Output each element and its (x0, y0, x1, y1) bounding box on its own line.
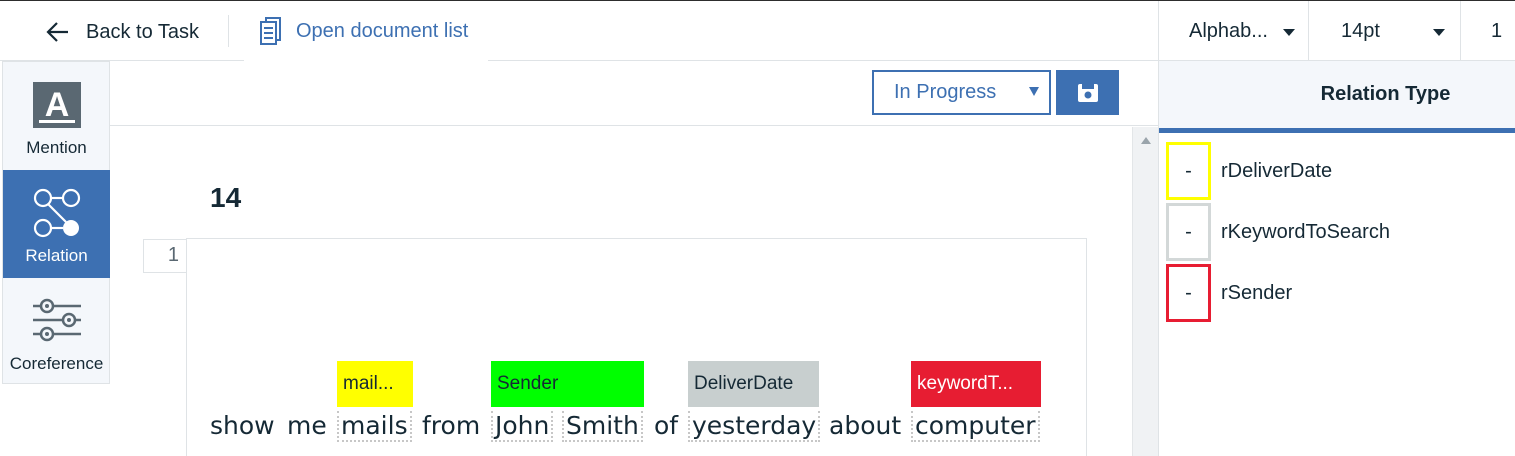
tool-coreference[interactable]: Coreference (3, 278, 110, 386)
entity-label-sender[interactable]: Sender (491, 361, 644, 407)
entity-label-keyword[interactable]: keywordT... (911, 361, 1041, 407)
chevron-down-icon (1283, 29, 1295, 36)
relation-panel-title: Relation Type (1320, 83, 1451, 105)
relation-icon (33, 188, 80, 238)
token[interactable]: of (654, 411, 678, 440)
chevron-down-icon (1433, 29, 1445, 36)
document-scrollbar[interactable] (1132, 127, 1158, 456)
token-annotated[interactable]: mails (337, 411, 412, 442)
mention-icon: A (32, 82, 81, 128)
relation-type-panel: Relation Type - rDeliverDate - rKeywordT… (1158, 61, 1515, 456)
relation-key-swatch: - (1166, 142, 1211, 200)
tool-relation[interactable]: Relation (3, 170, 110, 278)
relation-name: rKeywordToSearch (1221, 220, 1390, 243)
status-dropdown[interactable]: In Progress (872, 70, 1051, 115)
tool-coreference-label: Coreference (9, 354, 104, 373)
status-value: In Progress (894, 81, 997, 103)
svg-text:A: A (44, 86, 69, 124)
open-document-list-label: Open document list (296, 19, 469, 42)
relation-item-rsender[interactable]: - rSender (1166, 264, 1292, 322)
action-bar: In Progress (110, 61, 1158, 126)
save-button[interactable] (1056, 70, 1119, 115)
back-to-task-label: Back to Task (86, 20, 200, 43)
caret-down-icon (1029, 87, 1039, 96)
relation-key-swatch: - (1166, 264, 1211, 322)
page-value: 1 (1491, 19, 1503, 42)
token[interactable]: from (422, 411, 480, 440)
save-icon (1077, 83, 1098, 102)
relation-key-swatch: - (1166, 203, 1211, 261)
coreference-icon (32, 298, 81, 342)
arrow-left-icon (46, 22, 68, 42)
top-bar: Back to Task Open document list Alphab..… (0, 0, 1515, 62)
token[interactable]: me (287, 411, 327, 440)
document-title: 14 (210, 182, 242, 213)
document-icon (260, 17, 281, 45)
sort-value: Alphab... (1189, 19, 1268, 42)
back-to-task-button[interactable]: Back to Task (44, 17, 199, 47)
scroll-up-arrow-icon[interactable] (1141, 137, 1151, 144)
tool-mention[interactable]: A Mention (3, 62, 110, 170)
page-selector[interactable]: 1 (1460, 1, 1515, 61)
open-document-list-button[interactable]: Open document list (258, 15, 468, 47)
tool-rail: A Mention Relation Coreference (2, 61, 110, 384)
token-annotated[interactable]: yesterday (688, 411, 821, 442)
relation-item-rdeliverdate[interactable]: - rDeliverDate (1166, 142, 1332, 200)
token[interactable]: about (829, 411, 901, 440)
font-size-value: 14pt (1341, 19, 1380, 42)
line-number: 1 (143, 239, 187, 273)
tool-mention-label: Mention (26, 138, 87, 157)
topbar-divider (228, 15, 229, 47)
sort-dropdown[interactable]: Alphab... (1158, 1, 1308, 61)
font-size-dropdown[interactable]: 14pt (1308, 1, 1460, 61)
token-annotated[interactable]: John (491, 411, 554, 442)
relation-name: rDeliverDate (1221, 159, 1333, 182)
relation-name: rSender (1221, 281, 1293, 304)
token-annotated[interactable]: Smith (562, 411, 643, 442)
entity-label-mail[interactable]: mail... (337, 361, 413, 407)
entity-label-deliverdate[interactable]: DeliverDate (688, 361, 819, 407)
token[interactable]: show (210, 411, 275, 440)
relation-panel-header: Relation Type (1159, 61, 1515, 133)
relation-item-rkeywordtosearch[interactable]: - rKeywordToSearch (1166, 203, 1390, 261)
document-area: 14 1 mail... Sender DeliverDate keywordT… (110, 127, 1132, 456)
tool-relation-label: Relation (25, 246, 88, 265)
token-annotated[interactable]: computer (911, 411, 1040, 442)
